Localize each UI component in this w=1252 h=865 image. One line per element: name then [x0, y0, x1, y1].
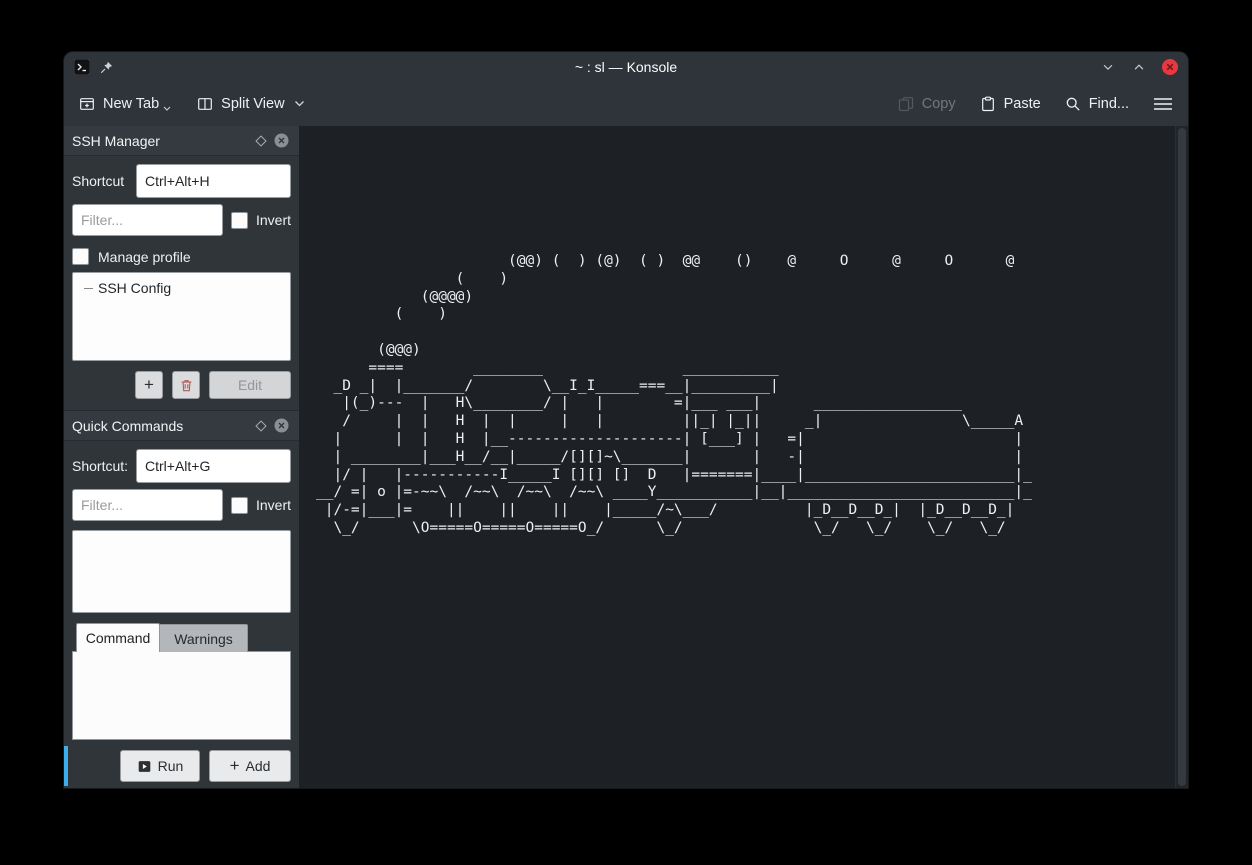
terminal-output: (@@) ( ) (@) ( ) @@ () @ O @ O @ ( ) (@@…	[299, 126, 1188, 538]
minimize-button[interactable]	[1099, 58, 1117, 76]
ssh-filter-input[interactable]	[72, 204, 223, 236]
qc-filter-row: Invert	[72, 489, 291, 521]
qc-invert-label: Invert	[256, 497, 291, 513]
tree-branch-icon	[84, 288, 93, 289]
tab-warnings-label: Warnings	[174, 631, 233, 647]
qc-invert-checkbox[interactable]	[231, 497, 248, 514]
plus-icon: +	[144, 376, 154, 393]
chevron-down-icon	[294, 100, 305, 108]
qc-filter-input[interactable]	[72, 489, 223, 521]
ssh-shortcut-row: Shortcut	[72, 164, 291, 198]
qc-shortcut-input[interactable]	[136, 449, 291, 483]
ssh-invert-label: Invert	[256, 212, 291, 228]
run-icon	[137, 759, 152, 774]
float-panel-icon[interactable]	[255, 135, 266, 146]
hamburger-icon	[1153, 96, 1173, 112]
tab-command[interactable]: Command	[76, 623, 160, 652]
list-item-ssh-config[interactable]: SSH Config	[77, 278, 286, 298]
ssh-filter-row: Invert	[72, 204, 291, 236]
ssh-config-list[interactable]: SSH Config	[72, 272, 291, 361]
search-icon	[1065, 96, 1081, 112]
trash-icon	[179, 378, 194, 393]
copy-button[interactable]: Copy	[898, 96, 956, 112]
quick-commands-panel: Quick Commands Shortcut: Invert	[64, 410, 299, 782]
qc-tabs: Command Warnings	[76, 623, 291, 652]
find-label: Find...	[1089, 96, 1129, 112]
tree-item-label: SSH Config	[98, 280, 171, 296]
ssh-manager-panel: SSH Manager Shortcut Invert	[64, 126, 299, 410]
window-content: SSH Manager Shortcut Invert	[64, 126, 1188, 788]
chevron-down-icon	[163, 106, 171, 112]
menu-button[interactable]	[1153, 96, 1173, 112]
quick-commands-list[interactable]	[72, 530, 291, 613]
float-panel-icon[interactable]	[255, 420, 266, 431]
manage-profile-label: Manage profile	[98, 249, 191, 265]
run-button[interactable]: Run	[120, 750, 200, 782]
terminal-area[interactable]: (@@) ( ) (@) ( ) @@ () @ O @ O @ ( ) (@@…	[299, 126, 1188, 788]
split-view-icon	[197, 96, 213, 112]
konsole-window: ~ : sl — Konsole New Tab	[64, 52, 1188, 788]
add-label: Add	[246, 758, 271, 774]
toolbar-right: Copy Paste Find...	[898, 96, 1173, 112]
ssh-buttons-row: + Edit	[72, 371, 291, 399]
add-command-button[interactable]: + Add	[209, 750, 291, 782]
sidebar: SSH Manager Shortcut Invert	[64, 126, 299, 788]
qc-buttons-row: Run + Add	[72, 750, 291, 782]
plus-icon: +	[230, 757, 240, 774]
quick-commands-header: Quick Commands	[64, 411, 299, 441]
paste-icon	[980, 96, 996, 112]
toolbar: New Tab Split View Copy	[64, 82, 1188, 126]
new-tab-icon	[79, 96, 95, 112]
new-tab-label: New Tab	[103, 96, 159, 112]
copy-icon	[898, 96, 914, 112]
pin-icon[interactable]	[99, 60, 114, 75]
split-view-button[interactable]: Split View	[197, 96, 304, 112]
panel-title: SSH Manager	[72, 133, 248, 149]
scrollbar-thumb[interactable]	[1178, 128, 1186, 786]
tab-command-label: Command	[86, 630, 151, 646]
paste-button[interactable]: Paste	[980, 96, 1041, 112]
copy-label: Copy	[922, 96, 956, 112]
maximize-button[interactable]	[1130, 58, 1148, 76]
shortcut-label: Shortcut:	[72, 458, 136, 474]
qc-shortcut-row: Shortcut:	[72, 449, 291, 483]
window-title: ~ : sl — Konsole	[64, 59, 1188, 75]
edit-label: Edit	[238, 377, 262, 393]
konsole-app-icon	[74, 59, 90, 75]
ssh-manager-header: SSH Manager	[64, 126, 299, 156]
paste-label: Paste	[1004, 96, 1041, 112]
titlebar-buttons	[1099, 52, 1179, 82]
edit-entry-button[interactable]: Edit	[209, 371, 291, 399]
close-button[interactable]	[1161, 58, 1179, 76]
panel-title: Quick Commands	[72, 418, 248, 434]
new-tab-button[interactable]: New Tab	[79, 96, 171, 112]
find-button[interactable]: Find...	[1065, 96, 1129, 112]
tab-warnings[interactable]: Warnings	[160, 624, 248, 652]
close-panel-icon[interactable]	[274, 133, 289, 148]
ssh-invert-checkbox[interactable]	[231, 212, 248, 229]
command-editor[interactable]	[72, 651, 291, 740]
delete-entry-button[interactable]	[172, 371, 200, 399]
split-view-label: Split View	[221, 96, 284, 112]
manage-profile-row: Manage profile	[72, 248, 291, 265]
titlebar-left	[74, 52, 114, 82]
close-panel-icon[interactable]	[274, 418, 289, 433]
ssh-shortcut-input[interactable]	[136, 164, 291, 198]
terminal-scrollbar[interactable]	[1175, 126, 1188, 788]
titlebar[interactable]: ~ : sl — Konsole	[64, 52, 1188, 82]
add-entry-button[interactable]: +	[135, 371, 163, 399]
manage-profile-checkbox[interactable]	[72, 248, 89, 265]
shortcut-label: Shortcut	[72, 173, 136, 189]
run-label: Run	[158, 758, 184, 774]
accent-strip	[64, 746, 68, 786]
